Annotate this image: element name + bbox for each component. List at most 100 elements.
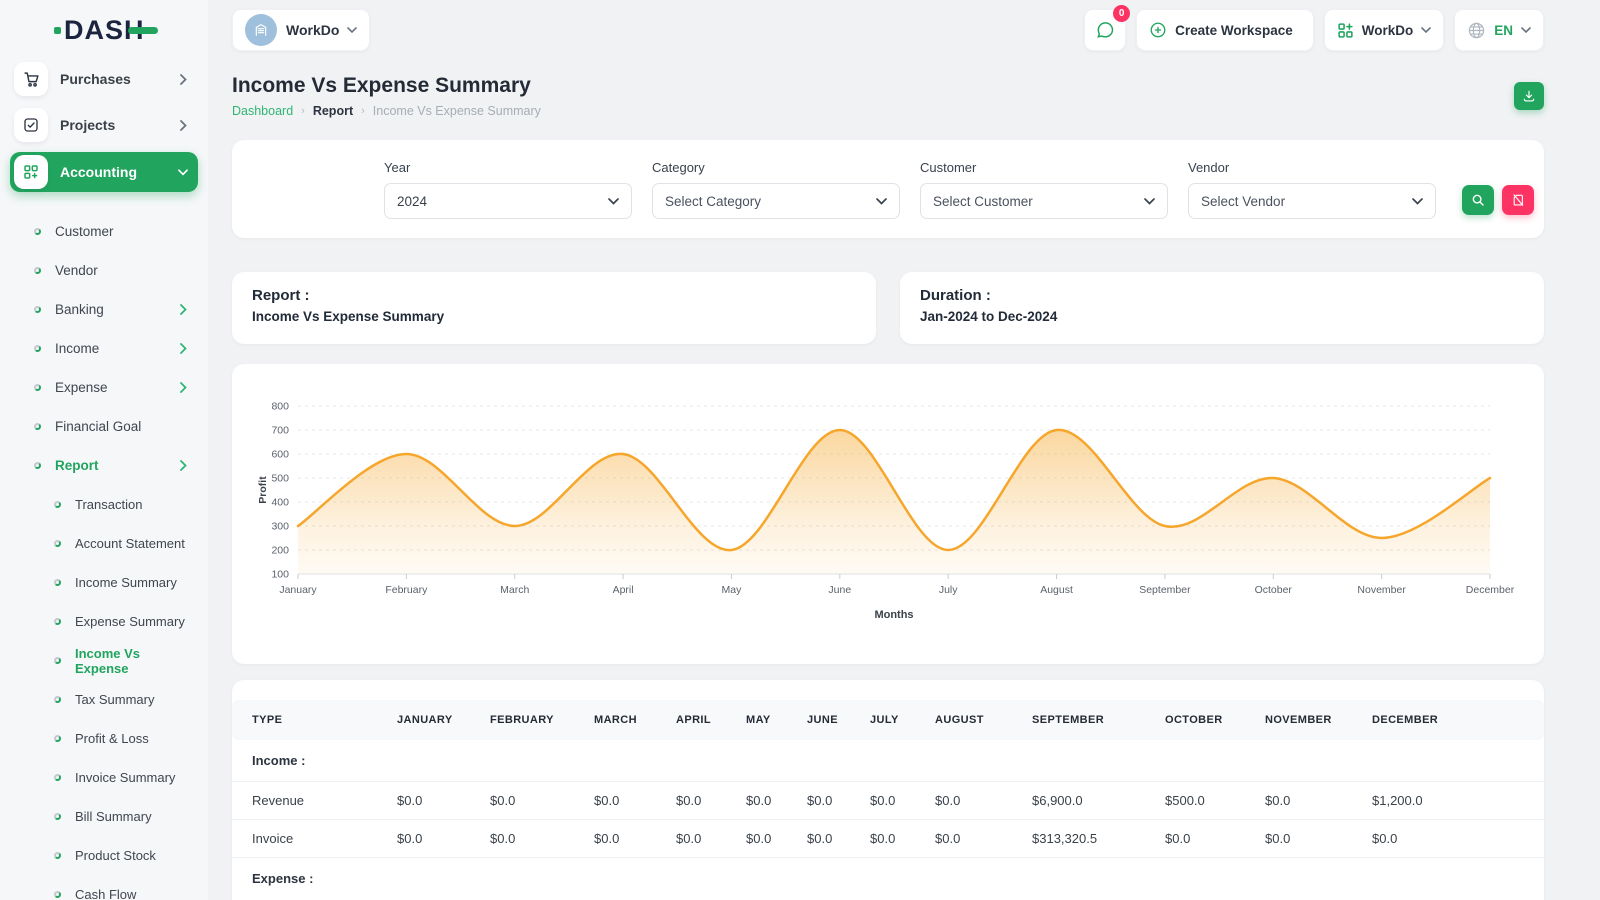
globe-icon <box>1467 21 1486 40</box>
sidebar-item-label: Income Summary <box>75 575 188 590</box>
chevron-down-icon <box>608 198 619 205</box>
sidebar-item-label: Invoice Summary <box>75 770 188 785</box>
table-cell: $0.0 <box>870 782 935 820</box>
table-cell: $0.0 <box>1372 820 1544 858</box>
table-cell: $0.0 <box>746 782 807 820</box>
chevron-down-icon <box>1144 198 1155 205</box>
sidebar-item-label: Tax Summary <box>75 692 188 707</box>
chevron-right-icon <box>178 461 188 471</box>
sidebar-item-cash-flow[interactable]: Cash Flow <box>8 875 200 900</box>
plus-circle-icon <box>1149 21 1167 39</box>
sidebar-item-income[interactable]: Income <box>8 329 200 368</box>
table-cell: $0.0 <box>594 820 676 858</box>
chevron-right-icon <box>178 74 188 84</box>
table-cell: $0.0 <box>594 782 676 820</box>
bullet-icon <box>54 696 61 703</box>
bullet-icon <box>54 774 61 781</box>
sidebar-item-profit-loss[interactable]: Profit & Loss <box>8 719 200 758</box>
vendor-select[interactable]: Select Vendor <box>1188 183 1436 219</box>
reset-button[interactable] <box>1502 185 1534 215</box>
sidebar-item-label: Cash Flow <box>75 887 188 900</box>
svg-text:June: June <box>828 584 851 596</box>
sidebar-item-product-stock[interactable]: Product Stock <box>8 836 200 875</box>
breadcrumb-separator: › <box>301 105 305 117</box>
sidebar-item-income-vs-expense[interactable]: Income Vs Expense <box>8 641 200 680</box>
duration-card-value: Jan-2024 to Dec-2024 <box>920 309 1524 324</box>
filter-card: Year 2024 Category Select Category Custo… <box>232 140 1544 238</box>
sidebar-item-label: Report <box>55 458 178 473</box>
table-header-cell: TYPE <box>232 700 397 740</box>
sidebar-item-expense-summary[interactable]: Expense Summary <box>8 602 200 641</box>
sidebar-item-vendor[interactable]: Vendor <box>8 251 200 290</box>
report-card-title: Report : <box>252 287 856 304</box>
table-section-label: Income : <box>232 740 1544 782</box>
table-row: Expense : <box>232 858 1544 900</box>
sidebar-item-financial-goal[interactable]: Financial Goal <box>8 407 200 446</box>
download-button[interactable] <box>1514 82 1544 110</box>
sidebar-item-label: Transaction <box>75 497 188 512</box>
svg-text:Months: Months <box>874 609 913 621</box>
sidebar-item-bill-summary[interactable]: Bill Summary <box>8 797 200 836</box>
messages-badge: 0 <box>1113 5 1130 22</box>
messages-button[interactable]: 0 <box>1084 9 1126 51</box>
category-select[interactable]: Select Category <box>652 183 900 219</box>
sidebar-item-customer[interactable]: Customer <box>8 212 200 251</box>
bullet-icon <box>54 891 61 898</box>
sidebar-item-label: Projects <box>60 117 178 133</box>
sidebar-item-label: Customer <box>55 224 188 239</box>
chevron-right-icon <box>178 383 188 393</box>
table-cell: $0.0 <box>397 782 490 820</box>
sidebar-item-invoice-summary[interactable]: Invoice Summary <box>8 758 200 797</box>
workdo-menu-button[interactable]: WorkDo <box>1324 9 1445 51</box>
table-header-cell: JUNE <box>807 700 870 740</box>
breadcrumb-separator: › <box>361 105 365 117</box>
table-row-label: Invoice <box>232 820 397 858</box>
breadcrumb-report[interactable]: Report <box>313 104 353 118</box>
sidebar-item-report[interactable]: Report <box>8 446 200 485</box>
create-workspace-label: Create Workspace <box>1175 23 1293 38</box>
language-selector[interactable]: EN <box>1454 9 1544 51</box>
category-value: Select Category <box>665 194 761 209</box>
sidebar-item-label: Banking <box>55 302 178 317</box>
app-logo[interactable]: DASH <box>8 0 200 60</box>
chevron-down-icon <box>347 27 357 33</box>
sidebar-item-projects[interactable]: Projects <box>10 106 198 144</box>
breadcrumb-dashboard[interactable]: Dashboard <box>232 104 293 118</box>
svg-text:November: November <box>1357 584 1406 596</box>
sidebar-item-account-statement[interactable]: Account Statement <box>8 524 200 563</box>
sidebar-item-label: Product Stock <box>75 848 188 863</box>
sidebar-item-tax-summary[interactable]: Tax Summary <box>8 680 200 719</box>
chevron-down-icon <box>876 198 887 205</box>
sidebar-item-expense[interactable]: Expense <box>8 368 200 407</box>
sidebar-item-accounting[interactable]: Accounting <box>10 152 198 192</box>
report-card: Report : Income Vs Expense Summary <box>232 272 876 344</box>
sidebar-item-label: Bill Summary <box>75 809 188 824</box>
sidebar-item-transaction[interactable]: Transaction <box>8 485 200 524</box>
sidebar-item-purchases[interactable]: Purchases <box>10 60 198 98</box>
workspace-selector[interactable]: WorkDo <box>232 9 370 51</box>
chevron-down-icon <box>1421 27 1431 33</box>
search-button[interactable] <box>1462 185 1494 215</box>
category-label: Category <box>652 160 900 175</box>
create-workspace-button[interactable]: Create Workspace <box>1136 9 1314 51</box>
accounting-submenu: Customer Vendor Banking IncomeExpenseFinanc… <box>8 200 200 900</box>
bullet-icon <box>54 735 61 742</box>
bullet-icon <box>34 345 41 352</box>
bullet-icon <box>34 228 41 235</box>
customer-select[interactable]: Select Customer <box>920 183 1168 219</box>
svg-text:100: 100 <box>271 569 289 581</box>
sidebar-item-income-summary[interactable]: Income Summary <box>8 563 200 602</box>
workspace-avatar <box>245 14 277 46</box>
duration-card: Duration : Jan-2024 to Dec-2024 <box>900 272 1544 344</box>
page-title: Income Vs Expense Summary <box>232 74 541 98</box>
logo-accent-square <box>54 27 61 34</box>
year-select[interactable]: 2024 <box>384 183 632 219</box>
bullet-icon <box>54 618 61 625</box>
table-header-cell: AUGUST <box>935 700 1032 740</box>
sidebar-item-banking[interactable]: Banking <box>8 290 200 329</box>
table-header-cell: SEPTEMBER <box>1032 700 1165 740</box>
sidebar-item-label: Account Statement <box>75 536 188 551</box>
svg-text:July: July <box>939 584 958 596</box>
table-cell: $0.0 <box>676 782 746 820</box>
bullet-icon <box>54 657 61 664</box>
